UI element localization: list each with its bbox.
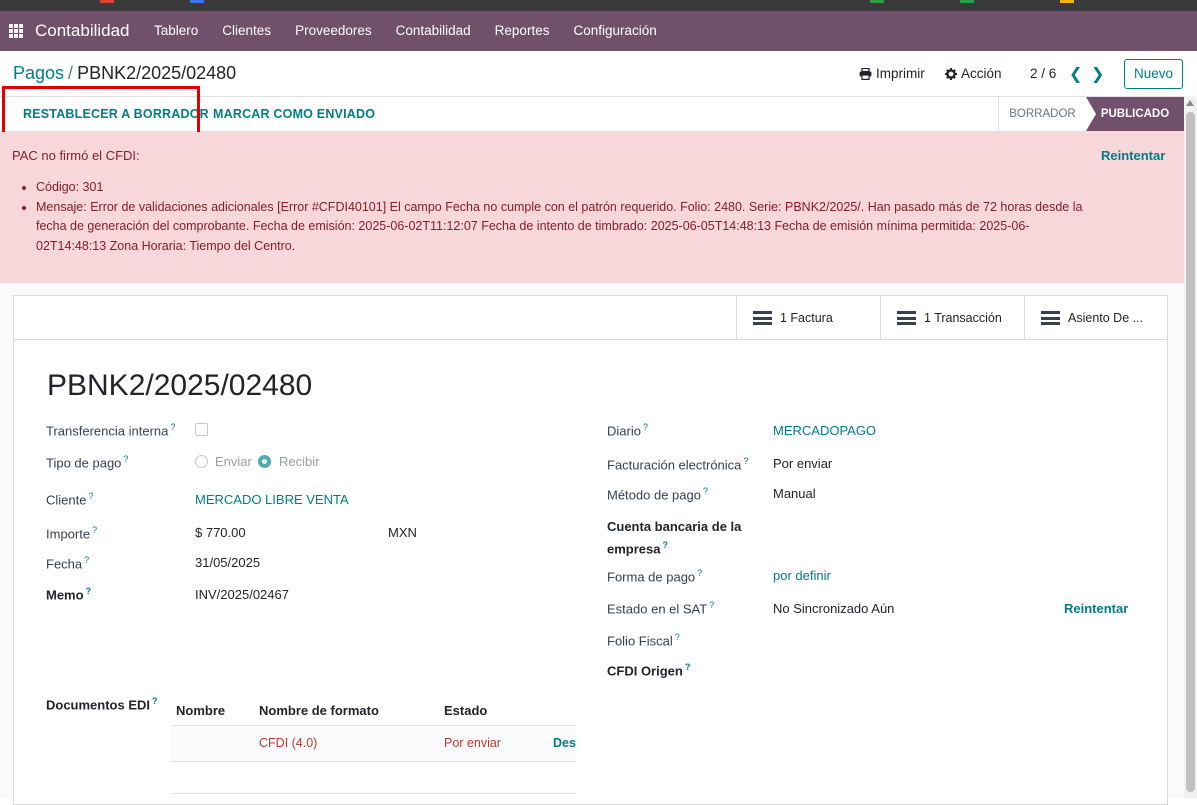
currency-field[interactable]: MXN bbox=[388, 525, 417, 540]
payment-form-label: Forma de pago? bbox=[607, 568, 703, 585]
list-icon bbox=[753, 311, 772, 325]
action-button[interactable]: Acción bbox=[945, 66, 1002, 81]
gear-icon bbox=[945, 67, 957, 80]
browser-favicon bbox=[1060, 0, 1074, 3]
nav-menu: Tablero Clientes Proveedores Contabilida… bbox=[142, 11, 669, 51]
amount-field[interactable]: $ 770.00 bbox=[195, 525, 246, 540]
nav-item-contabilidad[interactable]: Contabilidad bbox=[384, 11, 483, 51]
browser-favicon bbox=[870, 0, 884, 3]
nav-item-proveedores[interactable]: Proveedores bbox=[283, 11, 384, 51]
pager-next-icon[interactable]: ❯ bbox=[1091, 64, 1104, 84]
mark-as-sent-button[interactable]: MARCAR COMO ENVIADO bbox=[213, 97, 375, 131]
amount-label: Importe? bbox=[46, 525, 98, 542]
send-radio[interactable] bbox=[195, 455, 208, 468]
nav-item-configuracion[interactable]: Configuración bbox=[561, 11, 668, 51]
app-brand[interactable]: Contabilidad bbox=[35, 21, 130, 41]
alert-title: PAC no firmó el CFDI: bbox=[12, 148, 140, 163]
alert-list: Código: 301 Mensaje: Error de validacion… bbox=[22, 178, 1092, 256]
stage-posted[interactable]: PUBLICADO bbox=[1086, 97, 1184, 131]
edi-table-header: Nombre Nombre de formato Estado bbox=[171, 696, 576, 726]
breadcrumb-separator: / bbox=[68, 63, 74, 83]
browser-favicon bbox=[190, 0, 204, 3]
send-radio-label: Enviar bbox=[215, 454, 252, 469]
form-sheet: 1 Factura 1 Transacción Asiento De ... P… bbox=[13, 295, 1168, 805]
einvoice-label: Facturación electrónica? bbox=[607, 456, 749, 473]
breadcrumb: Pagos / PBNK2/2025/02480 bbox=[13, 63, 236, 84]
smart-button-journal-entry[interactable]: Asiento De ... bbox=[1024, 296, 1167, 340]
print-button[interactable]: Imprimir bbox=[859, 66, 925, 81]
internal-transfer-checkbox[interactable] bbox=[195, 423, 208, 436]
receive-radio[interactable] bbox=[258, 455, 271, 468]
sat-status-label: Estado en el SAT? bbox=[607, 600, 715, 617]
alert-retry-button[interactable]: Reintentar bbox=[1101, 148, 1165, 163]
smart-button-invoice-label: 1 Factura bbox=[780, 311, 833, 325]
journal-field[interactable]: MERCADOPAGO bbox=[773, 423, 876, 438]
smart-button-transaction-label: 1 Transacción bbox=[924, 311, 1002, 325]
customer-label: Cliente? bbox=[46, 491, 94, 508]
date-field[interactable]: 31/05/2025 bbox=[195, 555, 260, 570]
edi-documents-label: Documentos EDI? bbox=[46, 696, 158, 713]
smart-button-box: 1 Factura 1 Transacción Asiento De ... bbox=[14, 296, 1167, 340]
nav-item-reportes[interactable]: Reportes bbox=[483, 11, 562, 51]
memo-field[interactable]: INV/2025/02467 bbox=[195, 587, 289, 602]
breadcrumb-parent[interactable]: Pagos bbox=[13, 63, 64, 83]
customer-field[interactable]: MERCADO LIBRE VENTA bbox=[195, 492, 349, 507]
edi-column-name[interactable]: Nombre bbox=[176, 703, 225, 718]
payment-method-field[interactable]: Manual bbox=[773, 486, 816, 501]
memo-label: Memo? bbox=[46, 586, 92, 603]
payment-form-field[interactable]: por definir bbox=[773, 568, 831, 583]
sat-status-value: No Sincronizado Aún bbox=[773, 601, 895, 616]
alert-item-code: Código: 301 bbox=[36, 178, 1092, 198]
table-row[interactable]: CFDI (4.0) Por enviar Des bbox=[171, 726, 576, 762]
alert-item-message: Mensaje: Error de validaciones adicional… bbox=[36, 198, 1092, 257]
cfdi-origin-label: CFDI Origen? bbox=[607, 662, 691, 679]
page-scrollbar[interactable] bbox=[1184, 96, 1197, 798]
list-icon bbox=[897, 311, 916, 325]
sat-retry-button[interactable]: Reintentar bbox=[1064, 601, 1128, 616]
browser-tab-strip bbox=[0, 0, 1197, 11]
scroll-up-icon[interactable] bbox=[1186, 100, 1194, 106]
pager-value[interactable]: 2 / 6 bbox=[1030, 66, 1056, 81]
date-label: Fecha? bbox=[46, 555, 90, 572]
list-icon bbox=[1041, 311, 1060, 325]
breadcrumb-current: PBNK2/2025/02480 bbox=[77, 63, 237, 83]
fiscal-folio-label: Folio Fiscal? bbox=[607, 632, 680, 649]
edi-column-format[interactable]: Nombre de formato bbox=[259, 703, 379, 718]
journal-label: Diario? bbox=[607, 422, 648, 439]
edi-row-format: CFDI (4.0) bbox=[259, 736, 318, 750]
print-label: Imprimir bbox=[876, 66, 925, 81]
main-navbar: Contabilidad Tablero Clientes Proveedore… bbox=[0, 11, 1197, 51]
smart-button-journal-entry-label: Asiento De ... bbox=[1068, 311, 1144, 325]
receive-radio-label: Recibir bbox=[279, 454, 320, 469]
edi-row-action-button[interactable]: Des bbox=[553, 736, 576, 750]
edi-row-state: Por enviar bbox=[444, 736, 501, 750]
action-label: Acción bbox=[961, 66, 1002, 81]
payment-method-label: Método de pago? bbox=[607, 486, 708, 503]
cfdi-error-alert: PAC no firmó el CFDI: Reintentar Código:… bbox=[0, 132, 1184, 283]
internal-transfer-label: Transferencia interna? bbox=[46, 422, 176, 439]
stage-draft[interactable]: BORRADOR bbox=[998, 97, 1086, 131]
smart-button-transaction[interactable]: 1 Transacción bbox=[880, 296, 1024, 340]
company-bank-label: Cuenta bancaria de la empresa? bbox=[607, 519, 742, 557]
nav-item-clientes[interactable]: Clientes bbox=[210, 11, 283, 51]
edi-column-state[interactable]: Estado bbox=[444, 703, 487, 718]
printer-icon bbox=[859, 67, 872, 80]
nav-item-tablero[interactable]: Tablero bbox=[142, 11, 210, 51]
new-button[interactable]: Nuevo bbox=[1124, 59, 1183, 89]
einvoice-status: Por enviar bbox=[773, 456, 833, 471]
record-title: PBNK2/2025/02480 bbox=[47, 369, 313, 402]
scrollbar-thumb[interactable] bbox=[1186, 112, 1195, 792]
table-row bbox=[171, 762, 576, 794]
payment-type-label: Tipo de pago? bbox=[46, 454, 129, 471]
pager-previous-icon[interactable]: ❮ bbox=[1069, 64, 1082, 84]
browser-favicon bbox=[100, 0, 114, 3]
browser-favicon bbox=[960, 0, 974, 3]
smart-button-invoice[interactable]: 1 Factura bbox=[736, 296, 880, 340]
app-switcher-icon[interactable] bbox=[9, 24, 23, 38]
